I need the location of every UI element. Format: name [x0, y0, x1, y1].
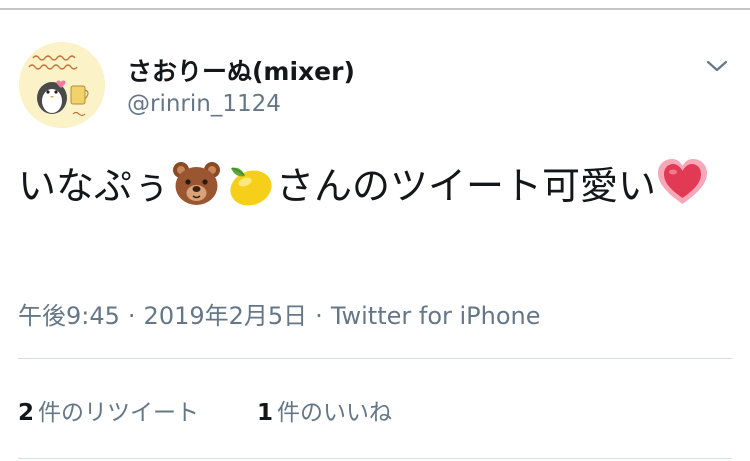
tweet-text: いなぷぅ さんのツイート可愛い	[18, 158, 730, 213]
likes-stat[interactable]: 1 件のいいね	[257, 393, 392, 427]
tweet-stats: 2 件のリツイート 1 件のいいね	[18, 393, 392, 427]
author-avatar[interactable]	[19, 42, 105, 128]
chevron-down-icon[interactable]	[705, 58, 729, 74]
stats-divider-bottom	[18, 458, 732, 459]
tweet-text-part-1: いなぷぅ	[18, 164, 171, 208]
likes-label: 件のいいね	[277, 400, 393, 426]
author-display-name[interactable]: さおりーぬ(mixer)	[127, 52, 355, 88]
bear-face-emoji-icon	[170, 158, 223, 208]
tweet-meta: 午後9:45 · 2019年2月5日 · Twitter for iPhone	[18, 296, 541, 331]
top-divider	[0, 8, 750, 10]
author-handle[interactable]: @rinrin_1124	[127, 91, 281, 117]
penguin-avatar-icon	[19, 42, 105, 128]
glowing-heart-emoji-icon	[656, 158, 709, 208]
stats-divider-top	[18, 358, 732, 359]
tweet-date[interactable]: 2019年2月5日	[144, 302, 308, 330]
meta-separator: ·	[127, 302, 136, 330]
lemon-emoji-icon	[223, 158, 276, 208]
meta-separator: ·	[315, 302, 323, 330]
retweets-count: 2	[18, 400, 35, 426]
retweets-label: 件のリツイート	[38, 400, 200, 426]
tweet-text-part-2: さんのツイート可愛い	[276, 164, 657, 208]
tweet-source[interactable]: Twitter for iPhone	[331, 302, 541, 330]
retweets-stat[interactable]: 2 件のリツイート	[18, 393, 199, 427]
likes-count: 1	[257, 400, 274, 426]
tweet-time[interactable]: 午後9:45	[18, 302, 120, 330]
